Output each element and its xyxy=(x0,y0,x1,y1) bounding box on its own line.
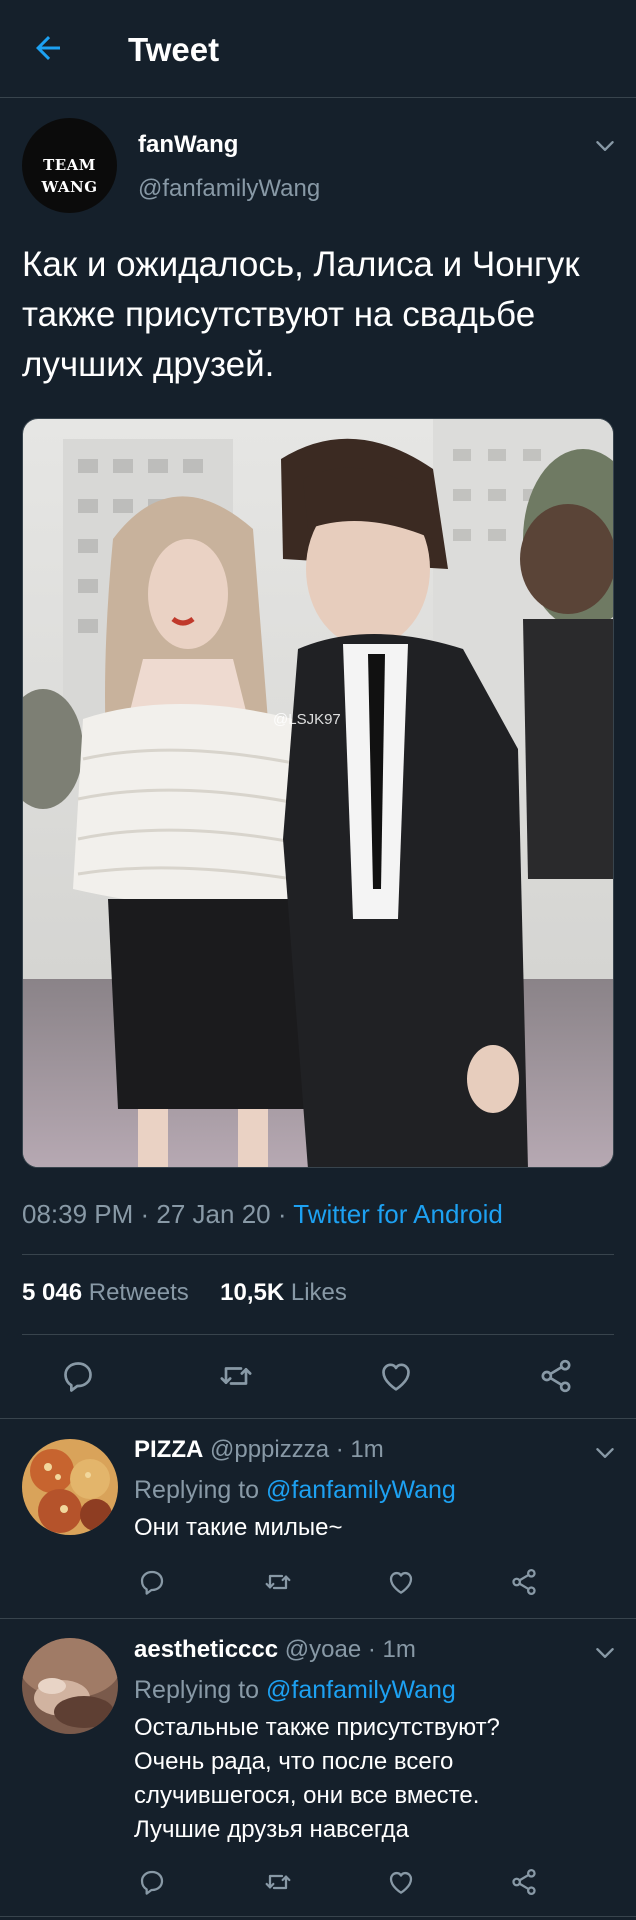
likes-stat[interactable]: 10,5K Likes xyxy=(220,1279,347,1306)
reply-text-line: случившегося, они все вместе. xyxy=(134,1782,480,1809)
retweet-icon[interactable] xyxy=(262,1866,294,1898)
tweet-time: 08:39 PM xyxy=(22,1199,134,1229)
retweets-stat[interactable]: 5 046 Retweets xyxy=(22,1279,189,1306)
divider xyxy=(0,1418,636,1419)
meta-separator: · xyxy=(133,1199,157,1229)
photo-watermark: @LSJK97 xyxy=(273,711,341,728)
arrow-left-icon[interactable] xyxy=(30,30,66,66)
avatar-image xyxy=(22,1439,118,1535)
chevron-down-icon[interactable] xyxy=(592,1640,618,1666)
replying-to-handle[interactable]: @fanfamilyWang xyxy=(266,1676,456,1704)
reply-icon[interactable] xyxy=(136,1866,168,1898)
divider xyxy=(22,1254,614,1255)
replying-to-label: Replying to xyxy=(134,1476,260,1504)
like-icon[interactable] xyxy=(376,1356,416,1396)
retweets-label: Retweets xyxy=(88,1279,189,1306)
reply-avatar[interactable] xyxy=(22,1638,118,1734)
reply-header: aestheticccc @yoae · 1m xyxy=(134,1634,416,1666)
author-avatar[interactable]: TEAM WANG xyxy=(22,118,117,213)
tweet-timestamp: 08:39 PM · 27 Jan 20 · Twitter for Andro… xyxy=(22,1196,503,1232)
replying-to: Replying to @fanfamilyWang xyxy=(134,1473,456,1507)
tweet-date: 27 Jan 20 xyxy=(156,1199,271,1229)
avatar-image xyxy=(22,1638,118,1734)
divider xyxy=(0,1916,636,1917)
tweet-stats: 5 046 Retweets 10,5K Likes xyxy=(22,1276,347,1310)
tweet-source-link[interactable]: Twitter for Android xyxy=(293,1199,503,1229)
share-icon[interactable] xyxy=(508,1866,540,1898)
reply-header: PIZZA @pppizzza · 1m xyxy=(134,1434,384,1466)
replying-to-label: Replying to xyxy=(134,1676,260,1704)
reply-display-name[interactable]: aestheticccc xyxy=(134,1636,278,1663)
reply-display-name[interactable]: PIZZA xyxy=(134,1436,203,1463)
divider xyxy=(0,1618,636,1619)
chevron-down-icon[interactable] xyxy=(592,1440,618,1466)
reply-icon[interactable] xyxy=(136,1566,168,1598)
top-app-bar: Tweet xyxy=(0,0,636,98)
share-icon[interactable] xyxy=(508,1566,540,1598)
reply-text: Остальные также присутствуют? Очень рада… xyxy=(134,1711,604,1847)
replying-to: Replying to @fanfamilyWang xyxy=(134,1673,456,1707)
reply-time: 1m xyxy=(350,1436,384,1463)
like-icon[interactable] xyxy=(385,1866,417,1898)
reply-text-line: Они такие милые~ xyxy=(134,1514,343,1541)
reply-handle[interactable]: @pppizzza xyxy=(210,1436,329,1463)
meta-separator: · xyxy=(270,1199,294,1229)
chevron-down-icon[interactable] xyxy=(592,133,618,159)
share-icon[interactable] xyxy=(536,1356,576,1396)
reply-text-line: Остальные также присутствуют? xyxy=(134,1714,500,1741)
retweets-count: 5 046 xyxy=(22,1279,83,1306)
reply-handle[interactable]: @yoae xyxy=(285,1636,361,1663)
page-title: Tweet xyxy=(128,31,220,68)
meta-separator: · xyxy=(361,1636,383,1663)
tweet-text: Как и ожидалось, Лалиса и Чонгук также п… xyxy=(22,245,580,384)
reply-icon[interactable] xyxy=(58,1356,98,1396)
likes-count: 10,5K xyxy=(220,1279,285,1306)
like-icon[interactable] xyxy=(385,1566,417,1598)
replying-to-handle[interactable]: @fanfamilyWang xyxy=(266,1476,456,1504)
reply-text-line: Лучшие друзья навсегда xyxy=(134,1816,409,1843)
likes-label: Likes xyxy=(290,1279,347,1306)
photo-illustration: @LSJK97 xyxy=(23,419,613,1167)
tweet-photo[interactable]: @LSJK97 xyxy=(22,418,614,1168)
reply-text: Они такие милые~ xyxy=(134,1511,604,1545)
author-handle[interactable]: @fanfamilyWang xyxy=(138,174,320,204)
avatar-logo-text: TEAM WANG xyxy=(41,156,98,196)
divider xyxy=(22,1334,614,1335)
author-display-name[interactable]: fanWang xyxy=(138,130,238,160)
meta-separator: · xyxy=(329,1436,351,1463)
reply-time: 1m xyxy=(382,1636,416,1663)
retweet-icon[interactable] xyxy=(262,1566,294,1598)
retweet-icon[interactable] xyxy=(216,1356,256,1396)
reply-avatar[interactable] xyxy=(22,1439,118,1535)
reply-text-line: Очень рада, что после всего xyxy=(134,1748,454,1775)
